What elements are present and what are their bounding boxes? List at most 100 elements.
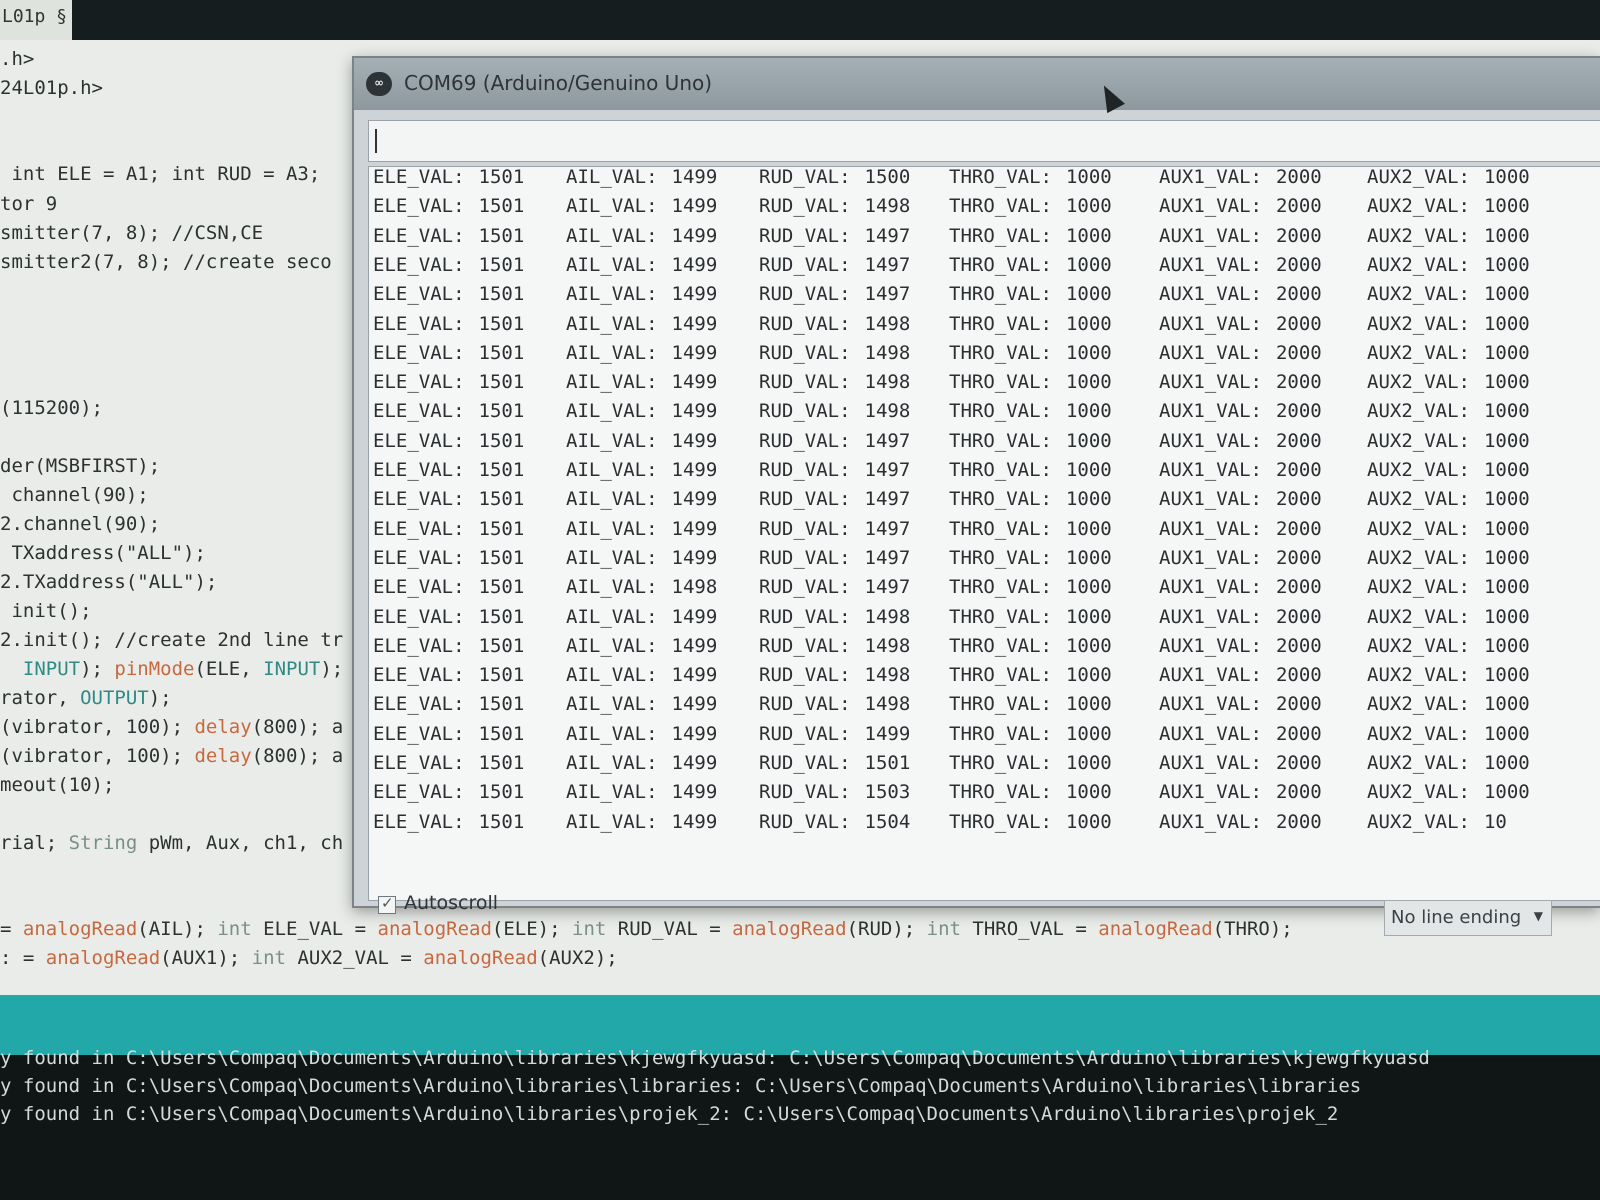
value-number: 1499	[671, 810, 718, 833]
sketch-tab[interactable]: L01p §	[0, 0, 72, 40]
value-label: ELE_VAL:	[373, 195, 465, 218]
serial-cell: THRO_VAL: 1000	[949, 192, 1112, 221]
value-number: 1000	[1065, 400, 1112, 423]
serial-cell: AUX2_VAL: 1000	[1367, 427, 1530, 456]
serial-cell: ELE_VAL: 1501	[373, 397, 524, 426]
serial-cell: AUX2_VAL: 1000	[1367, 778, 1530, 807]
serial-cell: AUX2_VAL: 1000	[1367, 544, 1530, 573]
value-label: AIL_VAL:	[566, 429, 658, 452]
value-label: AUX2_VAL:	[1367, 634, 1470, 657]
value-label: AIL_VAL:	[566, 224, 658, 247]
autoscroll-checkbox[interactable]: ✓	[378, 894, 396, 914]
value-label: AUX1_VAL:	[1159, 752, 1262, 774]
value-number: 1499	[671, 752, 718, 774]
serial-cell: AUX2_VAL: 1000	[1367, 749, 1530, 778]
value-label: THRO_VAL:	[949, 195, 1052, 218]
serial-cell: AUX2_VAL: 10	[1367, 808, 1507, 837]
value-label: RUD_VAL:	[759, 693, 851, 716]
code-token: rial;	[0, 832, 69, 854]
serial-cell: THRO_VAL: 1000	[949, 632, 1112, 661]
value-number: 1000	[1483, 195, 1530, 218]
serial-cell: RUD_VAL: 1497	[759, 515, 910, 544]
value-number: 1499	[671, 722, 718, 745]
code-token: (ELE,	[194, 658, 264, 680]
value-number: 1501	[478, 634, 525, 657]
code-token: RUD_VAL =	[606, 918, 733, 940]
serial-cell: AUX1_VAL: 2000	[1159, 720, 1322, 749]
value-number: 1000	[1065, 459, 1112, 481]
value-label: AIL_VAL:	[566, 195, 658, 218]
code-token: analogRead	[732, 918, 847, 940]
value-label: AUX2_VAL:	[1367, 166, 1470, 188]
value-label: ELE_VAL:	[373, 371, 465, 394]
code-line: rator, OUTPUT);	[0, 687, 172, 709]
value-number: 1497	[864, 429, 911, 452]
value-number: 2000	[1275, 664, 1322, 687]
serial-cell: AUX1_VAL: 2000	[1159, 808, 1322, 837]
value-label: AIL_VAL:	[566, 546, 658, 569]
value-label: AUX2_VAL:	[1367, 400, 1470, 423]
code-token: (vibrator, 100);	[0, 716, 195, 738]
value-number: 1000	[1065, 312, 1112, 335]
value-number: 1499	[671, 166, 718, 188]
value-label: AUX2_VAL:	[1367, 722, 1470, 745]
value-label: AIL_VAL:	[566, 634, 658, 657]
serial-cell: THRO_VAL: 1000	[949, 280, 1112, 309]
value-number: 1497	[864, 224, 911, 247]
serial-cell: AUX1_VAL: 2000	[1159, 485, 1322, 514]
code-token: 24L01p.h>	[0, 77, 103, 99]
line-ending-select[interactable]: No line ending ▼	[1384, 900, 1552, 936]
value-number: 1501	[478, 546, 525, 569]
serial-cell: AUX1_VAL: 2000	[1159, 280, 1322, 309]
value-number: 1501	[864, 752, 911, 774]
value-number: 1499	[671, 459, 718, 481]
value-number: 1501	[478, 810, 525, 833]
value-label: AUX2_VAL:	[1367, 459, 1470, 481]
value-label: AUX1_VAL:	[1159, 664, 1262, 687]
value-number: 1000	[1065, 693, 1112, 716]
value-number: 1498	[864, 371, 911, 394]
serial-cell: AUX1_VAL: 2000	[1159, 310, 1322, 339]
value-number: 1000	[1065, 283, 1112, 306]
value-label: ELE_VAL:	[373, 752, 465, 774]
value-label: AUX1_VAL:	[1159, 781, 1262, 804]
value-number: 1503	[864, 781, 911, 804]
serial-cell: RUD_VAL: 1498	[759, 339, 910, 368]
value-label: AUX1_VAL:	[1159, 195, 1262, 218]
serial-row: ELE_VAL: 1501 AIL_VAL: 1499 RUD_VAL: 1498 THRO…	[369, 310, 1600, 339]
value-label: AUX1_VAL:	[1159, 341, 1262, 364]
code-line: (115200);	[0, 397, 103, 419]
value-label: AUX1_VAL:	[1159, 400, 1262, 423]
value-number: 1000	[1065, 488, 1112, 511]
code-token: analogRead	[377, 918, 492, 940]
code-token: (THRO);	[1212, 918, 1293, 940]
value-label: THRO_VAL:	[949, 693, 1052, 716]
value-label: AIL_VAL:	[566, 341, 658, 364]
serial-cell: RUD_VAL: 1498	[759, 310, 910, 339]
serial-output[interactable]: ELE_VAL: 1501 AIL_VAL: 1499 RUD_VAL: 1500 THRO…	[368, 166, 1600, 901]
send-input[interactable]	[368, 120, 1600, 162]
value-number: 1000	[1483, 341, 1530, 364]
code-token: );	[80, 658, 115, 680]
value-number: 2000	[1275, 283, 1322, 306]
value-label: AIL_VAL:	[566, 693, 658, 716]
serial-cell: AIL_VAL: 1499	[566, 661, 717, 690]
serial-cell: AUX2_VAL: 1000	[1367, 280, 1530, 309]
code-line: (vibrator, 100); delay(800); a	[0, 745, 343, 767]
serial-cell: RUD_VAL: 1499	[759, 720, 910, 749]
serial-cell: AUX1_VAL: 2000	[1159, 368, 1322, 397]
value-label: AIL_VAL:	[566, 283, 658, 306]
value-number: 1000	[1065, 752, 1112, 774]
value-number: 1000	[1483, 488, 1530, 511]
code-token: der(MSBFIRST);	[0, 455, 161, 477]
value-number: 2000	[1275, 634, 1322, 657]
serial-row: ELE_VAL: 1501 AIL_VAL: 1499 RUD_VAL: 1497 THRO…	[369, 515, 1600, 544]
value-number: 2000	[1275, 459, 1322, 481]
serial-cell: AUX1_VAL: 2000	[1159, 749, 1322, 778]
window-titlebar[interactable]: ∞ COM69 (Arduino/Genuino Uno)	[354, 58, 1600, 110]
value-label: AUX2_VAL:	[1367, 546, 1470, 569]
value-number: 1000	[1483, 283, 1530, 306]
value-number: 1501	[478, 224, 525, 247]
value-label: RUD_VAL:	[759, 400, 851, 423]
value-label: AUX1_VAL:	[1159, 605, 1262, 628]
